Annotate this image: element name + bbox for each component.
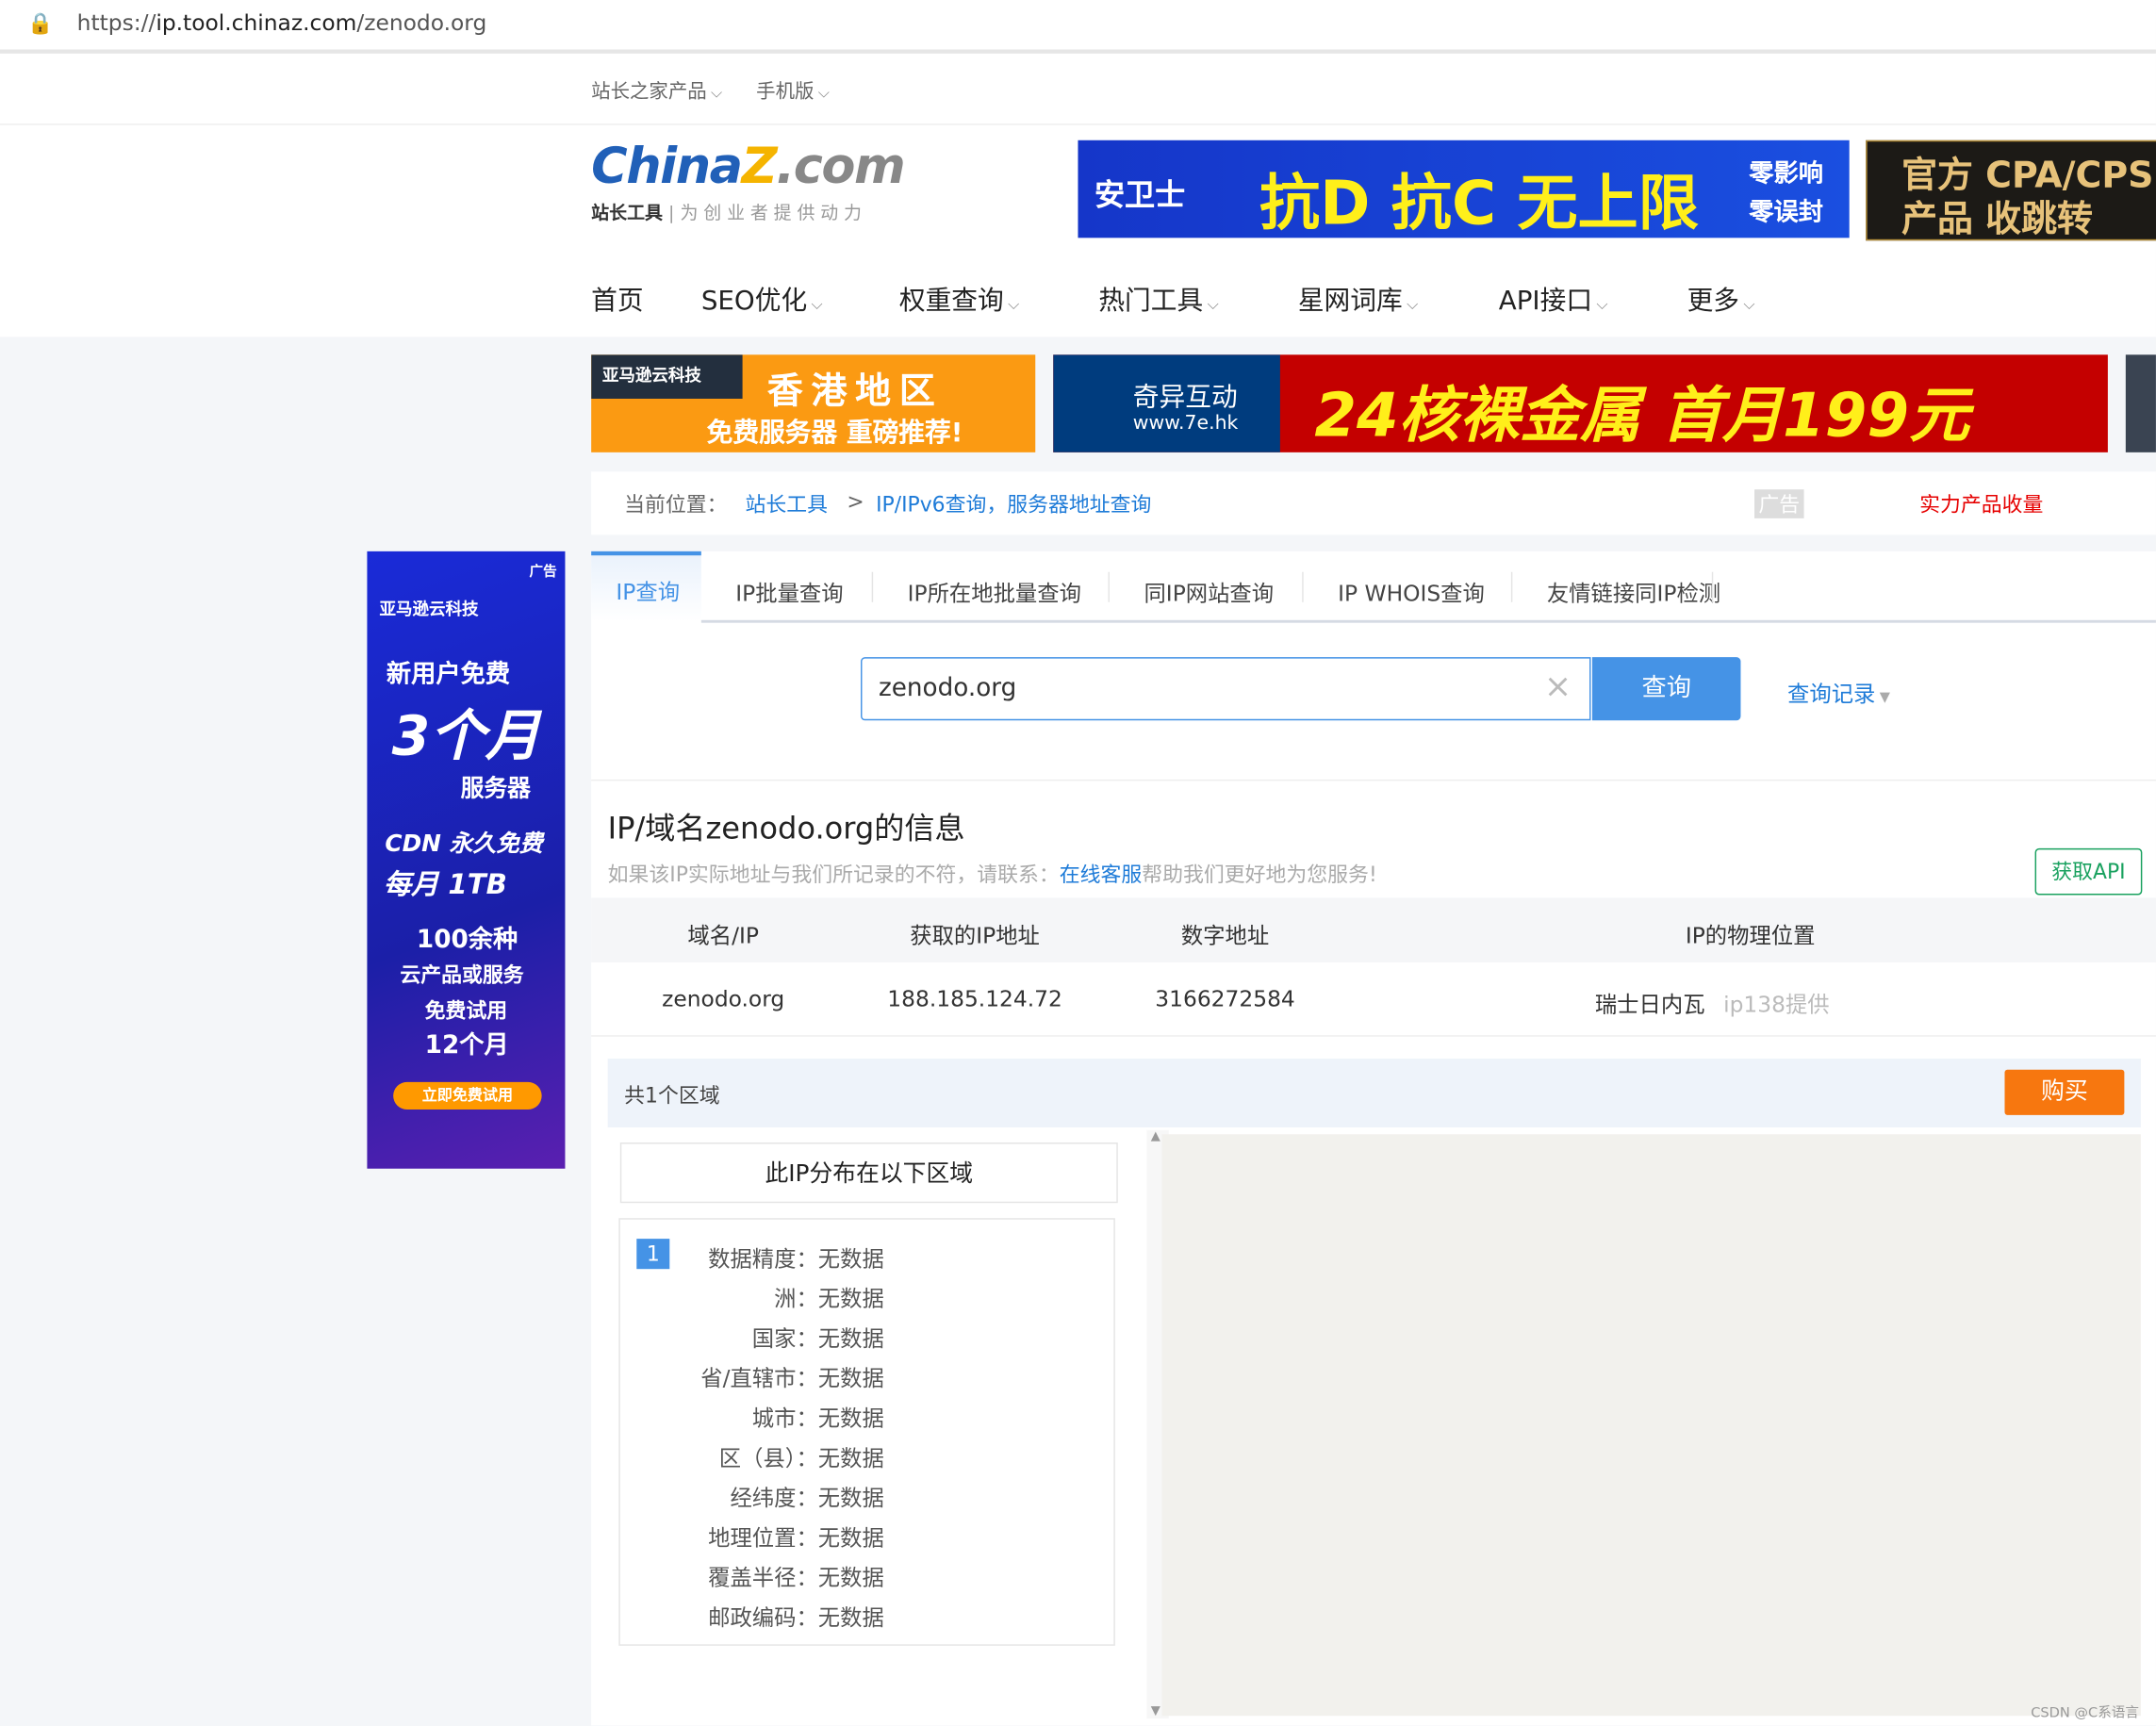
region-field-value: 无数据 <box>817 1365 884 1392</box>
chevron-down-icon: ⌵ <box>1596 295 1608 314</box>
watermark: CSDN @C系语言 <box>2031 1705 2139 1722</box>
ad-banner-aws-hk[interactable]: 亚马逊云科技 香港地区 免费服务器 重磅推荐! <box>591 354 1036 452</box>
breadcrumb: 当前位置： 站长工具 > IP/IPv6查询，服务器地址查询 广告 实力产品收量 <box>591 471 2156 535</box>
region-field-label: 数据精度： <box>708 1245 818 1273</box>
region-field-label: 国家： <box>751 1324 818 1352</box>
chevron-down-icon: ⌵ <box>711 83 723 102</box>
region-field-value: 无数据 <box>817 1245 884 1273</box>
tabs-underline <box>700 619 2156 623</box>
breadcrumb-prefix: 当前位置： <box>624 492 728 518</box>
clear-icon[interactable]: × <box>1544 666 1572 705</box>
map-area[interactable] <box>1161 1134 2141 1717</box>
region-field-label: 邮政编码： <box>708 1604 818 1631</box>
chevron-down-icon: ⌵ <box>817 83 830 102</box>
chevron-down-icon: ⌵ <box>1407 295 1419 314</box>
result-notice: 如果该IP实际地址与我们所记录的不符，请联系：在线客服帮助我们更好地为您服务! <box>607 862 1377 887</box>
divider <box>591 779 2156 781</box>
chevron-down-icon: ⌵ <box>1207 295 1219 314</box>
tab-same-ip-sites[interactable]: 同IP网站查询 <box>1144 575 1274 608</box>
buy-button[interactable]: 购买 <box>2004 1069 2125 1115</box>
tab-ip-query[interactable]: IP查询 <box>591 551 701 622</box>
chevron-down-icon: ⌵ <box>811 295 823 314</box>
mobile-menu[interactable]: 手机版 ⌵ <box>756 77 830 105</box>
tab-ip-batch[interactable]: IP批量查询 <box>735 575 843 608</box>
chevron-down-icon: ⌵ <box>1008 295 1020 314</box>
logo[interactable]: ChinaZ.com 站长工具 | 为创业者提供动力 <box>591 139 906 223</box>
ad-banner-cpa[interactable]: 官方 CPA/CPS 产品 收跳转 <box>1866 140 2156 241</box>
result-title: IP/域名zenodo.org的信息 <box>607 812 965 847</box>
lock-icon: 🔒 <box>27 10 54 36</box>
nav-hot-tools[interactable]: 热门工具 ⌵ <box>1098 281 1218 318</box>
search-input[interactable]: zenodo.org × <box>861 657 1591 721</box>
scroll-up-icon[interactable]: ▲ <box>1151 1130 1160 1144</box>
products-menu[interactable]: 站长之家产品 ⌵ <box>591 77 722 105</box>
region-field-value: 无数据 <box>817 1405 884 1432</box>
search-button[interactable]: 查询 <box>1591 657 1741 721</box>
site-header: ChinaZ.com 站长工具 | 为创业者提供动力 安卫士 抗D 抗C 无上限… <box>0 124 2156 337</box>
nav-api[interactable]: API接口 ⌵ <box>1499 281 1608 318</box>
ad-banner-7e[interactable]: 奇异互动 www.7e.hk 24核裸金属 首月199元 <box>1053 354 2108 452</box>
promo-link[interactable]: 实力产品收量 <box>1919 489 2043 518</box>
nav-weight[interactable]: 权重查询 ⌵ <box>899 281 1019 318</box>
address-bar[interactable]: 🔒 https://ip.tool.chinaz.com/zenodo.org <box>0 0 2156 54</box>
region-field-label: 经纬度： <box>730 1485 818 1511</box>
region-field-value: 无数据 <box>817 1564 884 1591</box>
region-field-label: 覆盖半径： <box>708 1564 818 1591</box>
region-field-value: 无数据 <box>817 1485 884 1511</box>
region-field-value: 无数据 <box>817 1604 884 1631</box>
query-history-dropdown[interactable]: 查询记录 ▼ <box>1787 675 1890 708</box>
region-field-label: 地理位置： <box>708 1524 818 1552</box>
region-field-value: 无数据 <box>817 1444 884 1471</box>
chevron-down-icon: ⌵ <box>1743 295 1755 314</box>
get-api-button[interactable]: 获取API <box>2034 847 2143 896</box>
region-field-label: 省/直辖市： <box>700 1365 818 1392</box>
tab-friend-link-ip[interactable]: 友情链接同IP检测 <box>1547 575 1720 608</box>
region-field-label: 区（县）： <box>718 1444 818 1471</box>
table-header: 域名/IP 获取的IP地址 数字地址 IP的物理位置 <box>591 897 2156 962</box>
region-field-label: 城市： <box>751 1405 818 1432</box>
nav-more[interactable]: 更多 ⌵ <box>1687 281 1755 318</box>
nav-home[interactable]: 首页 <box>591 281 643 318</box>
region-field-label: 洲： <box>774 1285 818 1312</box>
ad-banner-anweishi[interactable]: 安卫士 抗D 抗C 无上限 零影响 零误封 <box>1078 140 1850 238</box>
nav-seo[interactable]: SEO优化 ⌵ <box>701 281 823 318</box>
side-ad-aws[interactable]: 广告 亚马逊云科技 新用户免费 3个月 服务器 CDN 永久免费 每月 1TB … <box>367 551 566 1169</box>
top-bar: 站长之家产品 ⌵ 手机版 ⌵ <box>0 53 2156 125</box>
nav-keywords[interactable]: 星网词库 ⌵ <box>1298 281 1418 318</box>
breadcrumb-home[interactable]: 站长工具 <box>746 489 829 518</box>
caret-down-icon: ▼ <box>1879 690 1891 706</box>
scroll-down-icon[interactable]: ▼ <box>1151 1705 1160 1719</box>
region-field-value: 无数据 <box>817 1524 884 1552</box>
ad-tag: 广告 <box>1754 489 1804 518</box>
tab-ip-location-batch[interactable]: IP所在地批量查询 <box>908 575 1081 608</box>
url-text[interactable]: https://ip.tool.chinaz.com/zenodo.org <box>77 9 487 36</box>
breadcrumb-current[interactable]: IP/IPv6查询，服务器地址查询 <box>876 489 1151 518</box>
online-service-link[interactable]: 在线客服 <box>1060 862 1143 886</box>
region-list-title: 此IP分布在以下区域 <box>619 1142 1118 1204</box>
ad-banner-partial[interactable] <box>2125 354 2156 452</box>
table-row: zenodo.org 188.185.124.72 3166272584 瑞士日… <box>591 962 2156 1037</box>
tab-ip-whois[interactable]: IP WHOIS查询 <box>1338 575 1485 608</box>
region-header: 共1个区域 购买 <box>607 1059 2141 1127</box>
region-field-value: 无数据 <box>817 1324 884 1352</box>
region-field-value: 无数据 <box>817 1285 884 1312</box>
breadcrumb-sep: > <box>847 489 864 515</box>
